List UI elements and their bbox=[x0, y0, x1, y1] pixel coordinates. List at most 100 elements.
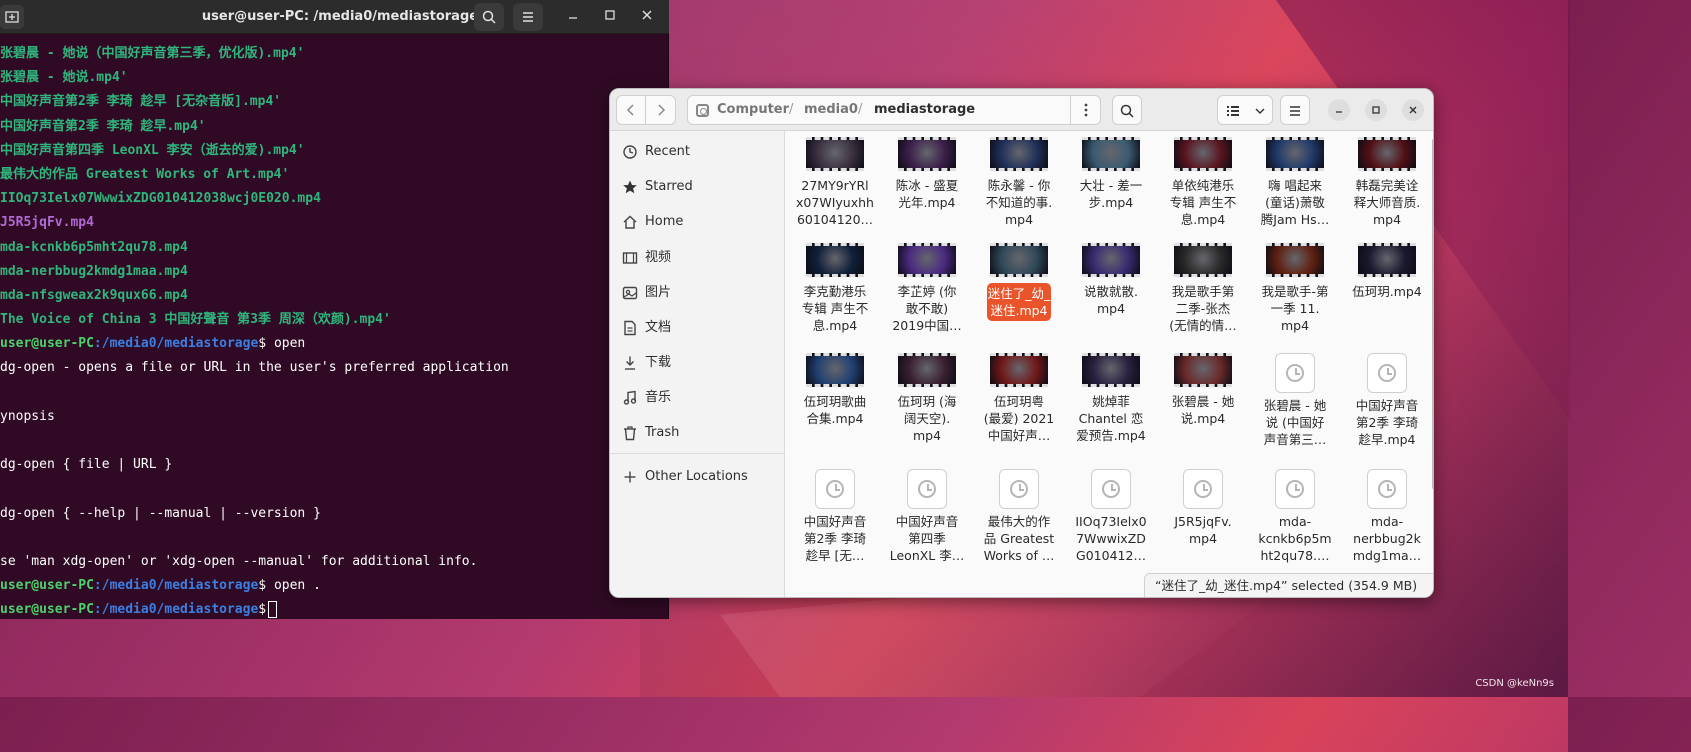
file-manager-window[interactable]: Computer / media0 / mediastorage Recent … bbox=[609, 88, 1434, 598]
file-name-line: 伍珂玥 (海 bbox=[897, 394, 957, 409]
thumbnail-frame bbox=[990, 140, 1048, 168]
breadcrumb-mediastorage[interactable]: mediastorage bbox=[874, 96, 975, 124]
file-item[interactable]: 中国好声音 第2季 李琦 趁早 [无… bbox=[791, 469, 879, 569]
file-name-line: 张碧晨 - 她 bbox=[1263, 398, 1327, 413]
sidebar-item-other-locations[interactable]: Other Locations bbox=[610, 460, 785, 494]
file-item[interactable]: mda-nerbbug2k mdg1ma… bbox=[1343, 469, 1431, 569]
file-item[interactable]: 大壮 - 差一 步.mp4 bbox=[1067, 137, 1155, 237]
video-placeholder-icon bbox=[907, 469, 947, 509]
file-item[interactable]: 我是歌手-第 一季 11. mp4 bbox=[1251, 243, 1339, 343]
file-item[interactable]: 中国好声音 第四季 LeonXL 李… bbox=[883, 469, 971, 569]
file-item[interactable]: 说散就散. mp4 bbox=[1067, 243, 1155, 343]
path-bar[interactable]: Computer / media0 / mediastorage bbox=[687, 95, 1071, 125]
video-thumbnail bbox=[990, 137, 1048, 171]
file-name-line: 陈冰 - 盛夏 bbox=[895, 178, 959, 193]
main-menu-button[interactable] bbox=[1280, 95, 1310, 125]
file-item[interactable]: 张碧晨 - 她说 (中国好 声音第三… bbox=[1251, 353, 1339, 453]
view-mode-button[interactable] bbox=[1217, 95, 1273, 125]
terminal-line: se 'man xdg-open' or 'xdg-open --manual'… bbox=[0, 553, 478, 569]
terminal-line: IIOq73Ielx07WwwixZDG010412038wcj0E020.mp… bbox=[0, 191, 321, 207]
video-placeholder-icon bbox=[1183, 469, 1223, 509]
file-name-line: 大壮 - 差一 bbox=[1079, 178, 1143, 193]
file-item[interactable]: 韩磊完美诠 释大师音质. mp4 bbox=[1343, 137, 1431, 237]
terminal-output[interactable]: 张碧晨 - 她说（中国好声音第三季，优化版).mp4' 张碧晨 - 她说.mp4… bbox=[0, 42, 669, 619]
sidebar-item-documents[interactable]: 文档 bbox=[610, 311, 785, 345]
sidebar-item-videos[interactable]: 视频 bbox=[610, 241, 785, 275]
video-thumbnail bbox=[898, 243, 956, 277]
file-item[interactable]: mda-kcnkb6p5m ht2qu78.… bbox=[1251, 469, 1339, 569]
file-item[interactable]: 李芷婷 (你 敢不敢) 2019中国… bbox=[883, 243, 971, 343]
file-item[interactable]: J5R5jqFv. mp4 bbox=[1159, 469, 1247, 569]
sidebar-item-pictures[interactable]: 图片 bbox=[610, 276, 785, 310]
video-thumbnail bbox=[806, 243, 864, 277]
file-grid[interactable]: 27MY9rYRl x07WIyuxhh 60104120… 陈冰 - 盛夏 光年.mp… bbox=[786, 131, 1433, 597]
back-button[interactable] bbox=[616, 95, 646, 125]
file-item-label: 伍珂玥歌曲 合集.mp4 bbox=[791, 393, 879, 427]
terminal-maximize-button[interactable] bbox=[600, 7, 620, 27]
file-item[interactable]: 陈永馨 - 你不知道的事. mp4 bbox=[975, 137, 1063, 237]
prompt-command: open bbox=[266, 336, 306, 352]
file-item[interactable]: 迷住了_幼_ 迷住.mp4 bbox=[975, 243, 1063, 343]
new-tab-button[interactable] bbox=[0, 5, 24, 29]
file-item[interactable]: 姚焯菲 Chantel 恋爱预告.mp4 bbox=[1067, 353, 1155, 453]
file-item[interactable]: 嗨 唱起来 (童话)萧敬 腾Jam Hs… bbox=[1251, 137, 1339, 237]
forward-button[interactable] bbox=[646, 95, 676, 125]
breadcrumb-media0[interactable]: media0 bbox=[804, 96, 858, 124]
file-item[interactable]: 最伟大的作品 Greatest Works of … bbox=[975, 469, 1063, 569]
file-item-label: 姚焯菲 Chantel 恋爱预告.mp4 bbox=[1067, 393, 1155, 444]
thumbnail-frame bbox=[990, 356, 1048, 384]
file-item-label: 单依纯港乐 专辑 声生不 息.mp4 bbox=[1159, 177, 1247, 228]
file-name-line: 说散就散. bbox=[1084, 284, 1138, 299]
file-name-line: (无情的情… bbox=[1169, 318, 1237, 333]
breadcrumb-computer[interactable]: Computer bbox=[717, 96, 789, 124]
list-view-icon bbox=[1227, 106, 1239, 116]
file-name-line: 释大师音质. bbox=[1353, 195, 1421, 210]
file-name-line: 最伟大的作 bbox=[987, 514, 1051, 529]
file-item[interactable]: 陈冰 - 盛夏 光年.mp4 bbox=[883, 137, 971, 237]
file-item[interactable]: 伍珂玥粤 (最爱) 2021 中国好声… bbox=[975, 353, 1063, 453]
sidebar-item-recent[interactable]: Recent bbox=[610, 135, 785, 169]
close-button[interactable] bbox=[1402, 99, 1424, 121]
file-item[interactable]: 张碧晨 - 她说.mp4 bbox=[1159, 353, 1247, 453]
terminal-menu-button[interactable] bbox=[513, 3, 543, 31]
file-item[interactable]: 伍珂玥.mp4 bbox=[1343, 243, 1431, 343]
file-name-line: 张碧晨 - 她 bbox=[1171, 394, 1235, 409]
path-menu-button[interactable] bbox=[1071, 95, 1101, 125]
terminal-close-button[interactable] bbox=[637, 7, 657, 27]
file-item[interactable]: 中国好声音 第2季 李琦 趁早.mp4 bbox=[1343, 353, 1431, 453]
sidebar-item-home[interactable]: Home bbox=[610, 205, 785, 239]
file-item[interactable]: 27MY9rYRl x07WIyuxhh 60104120… bbox=[791, 137, 879, 237]
thumbnail-frame bbox=[898, 246, 956, 274]
sidebar-item-starred[interactable]: Starred bbox=[610, 170, 785, 204]
search-button[interactable] bbox=[1112, 95, 1142, 125]
music-icon bbox=[623, 390, 637, 405]
maximize-button[interactable] bbox=[1365, 99, 1387, 121]
minimize-button[interactable] bbox=[1328, 99, 1350, 121]
sidebar-item-downloads[interactable]: 下载 bbox=[610, 346, 785, 380]
image-icon bbox=[622, 286, 638, 300]
file-item-label: 我是歌手第 二季-张杰 (无情的情… bbox=[1159, 283, 1247, 334]
file-name-line: G010412… bbox=[1076, 548, 1146, 563]
clock-icon bbox=[826, 480, 844, 498]
terminal-search-button[interactable] bbox=[474, 3, 504, 31]
terminal-prompt-line[interactable]: user@user-PC:/media0/mediastorage$ bbox=[0, 598, 669, 619]
clock-icon bbox=[1378, 480, 1396, 498]
file-name-line: 第2季 李琦 bbox=[1356, 415, 1418, 430]
file-item[interactable]: IIOq73Ielx0 7WwwixZD G010412… bbox=[1067, 469, 1155, 569]
file-item[interactable]: 我是歌手第 二季-张杰 (无情的情… bbox=[1159, 243, 1247, 343]
file-item[interactable]: 伍珂玥 (海 阔天空). mp4 bbox=[883, 353, 971, 453]
terminal-minimize-button[interactable] bbox=[563, 7, 583, 27]
file-name-line: kcnkb6p5m bbox=[1258, 531, 1332, 546]
video-placeholder-icon bbox=[815, 469, 855, 509]
sidebar-item-music[interactable]: 音乐 bbox=[610, 381, 785, 415]
file-item[interactable]: 单依纯港乐 专辑 声生不 息.mp4 bbox=[1159, 137, 1247, 237]
file-item[interactable]: 李克勤港乐 专辑 声生不 息.mp4 bbox=[791, 243, 879, 343]
prompt-path: :/media0/mediastorage bbox=[93, 602, 259, 618]
file-name-line: 伍珂玥歌曲 bbox=[803, 394, 867, 409]
sidebar-item-trash[interactable]: Trash bbox=[610, 416, 785, 450]
file-name-line: (最爱) 2021 bbox=[983, 411, 1055, 426]
terminal-window[interactable]: user@user-PC: /media0/mediastorage 张碧晨 -… bbox=[0, 0, 669, 619]
grid-scrollbar[interactable] bbox=[1432, 139, 1433, 489]
file-item[interactable]: 伍珂玥歌曲 合集.mp4 bbox=[791, 353, 879, 453]
video-placeholder-icon bbox=[999, 469, 1039, 509]
